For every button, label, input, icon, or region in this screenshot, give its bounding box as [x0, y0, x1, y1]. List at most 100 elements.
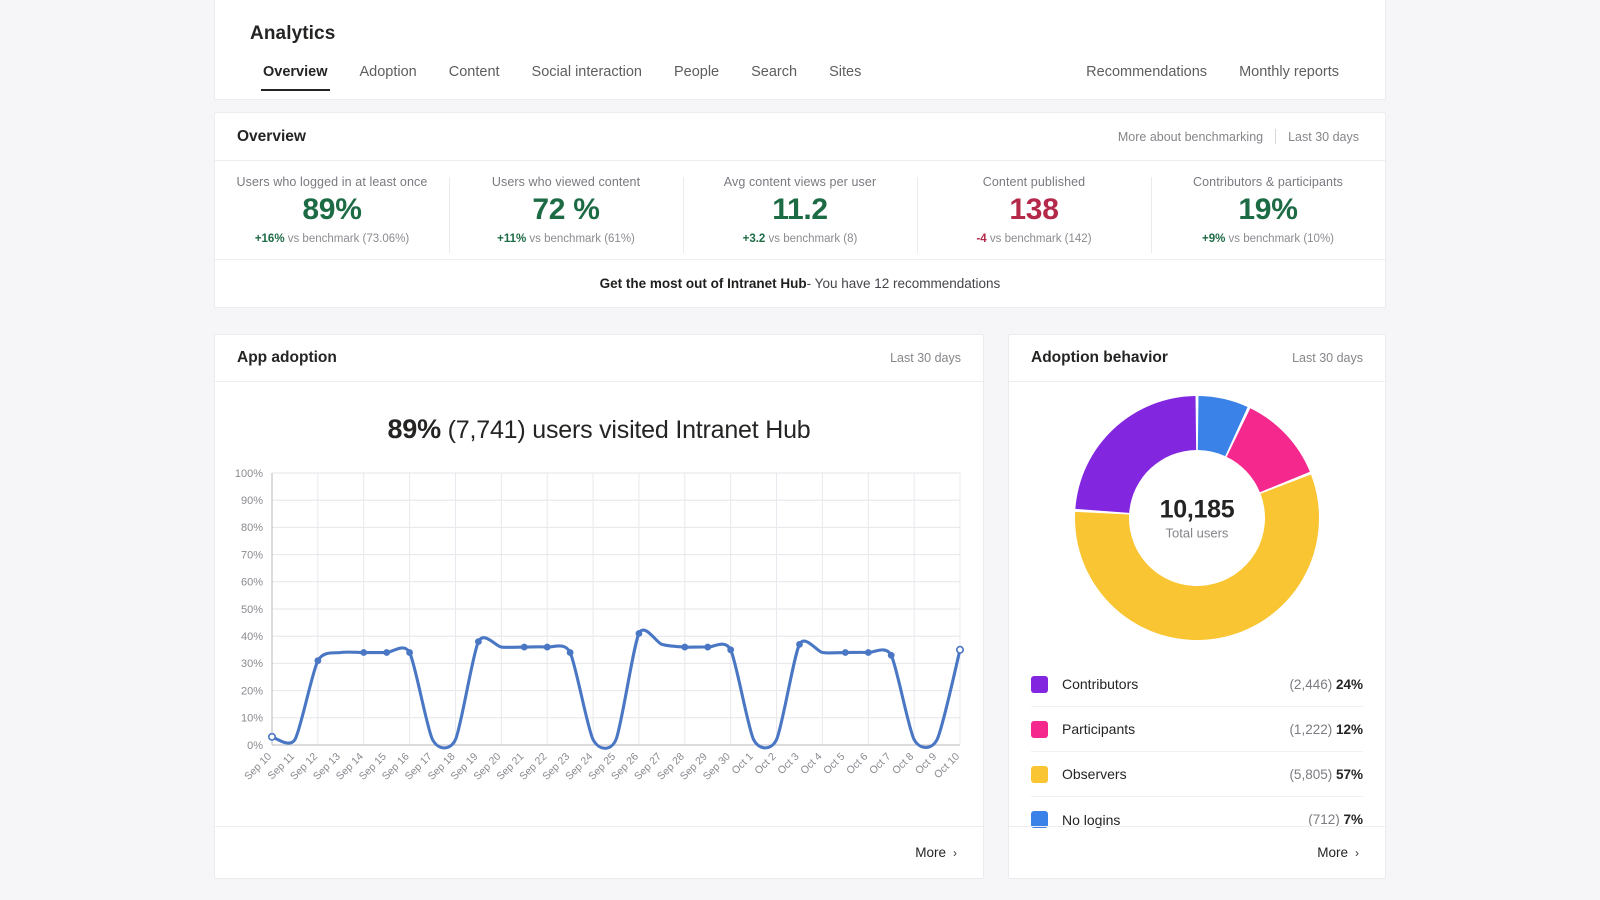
header-card: Analytics OverviewAdoptionContent Social …	[214, 0, 1386, 100]
kpi-delta: +11%	[497, 233, 526, 245]
x-axis-tick-label: Oct 5	[821, 751, 847, 777]
kpi-label: Contributors & participants	[1157, 175, 1379, 189]
kpi-delta: +16%	[255, 233, 285, 245]
line-data-point	[384, 650, 390, 656]
tab-label: Search	[751, 64, 797, 80]
line-data-point	[315, 658, 321, 664]
line-data-point	[269, 734, 275, 740]
kpi-delta: +3.2	[743, 233, 766, 245]
line-data-point	[544, 644, 550, 650]
tab-label: Social interaction	[532, 64, 642, 80]
chevron-right-icon: ›	[953, 846, 957, 860]
chevron-right-icon: ›	[1355, 846, 1359, 860]
page-title: Analytics	[250, 23, 335, 45]
x-axis-tick-label: Oct 1	[729, 751, 755, 777]
adoption-behavior-more-label: More	[1317, 845, 1348, 860]
legend-swatch-icon	[1031, 721, 1048, 738]
tab-adoption[interactable]: Adoption	[344, 60, 433, 91]
legend-percent: 12%	[1336, 722, 1363, 737]
y-axis-tick-label: 10%	[241, 713, 263, 725]
line-data-point	[888, 652, 894, 658]
app-adoption-more-label: More	[915, 845, 946, 860]
kpi-card: Users who logged in at least once89%+16%…	[215, 175, 449, 257]
x-axis-tick-label: Oct 8	[890, 751, 916, 777]
kpi-delta: -4	[976, 233, 986, 245]
app-adoption-more-link[interactable]: More ›	[915, 845, 957, 860]
tab-social-interaction[interactable]: Social interaction	[516, 60, 658, 91]
kpi-benchmark: +9% vs benchmark (10%)	[1157, 233, 1379, 245]
tab-bar: OverviewAdoptionContent Social interactio…	[247, 60, 1355, 98]
overview-period-selector[interactable]: Last 30 days	[1276, 130, 1361, 144]
legend-label: Observers	[1062, 766, 1289, 782]
kpi-list: Users who logged in at least once89%+16%…	[215, 161, 1385, 257]
app-adoption-period[interactable]: Last 30 days	[890, 351, 961, 365]
line-data-point	[636, 631, 642, 637]
kpi-value: 19%	[1157, 193, 1379, 227]
tab-recommendations[interactable]: Recommendations	[1070, 60, 1223, 91]
recommendations-banner-strong: Get the most out of Intranet Hub	[600, 276, 807, 291]
y-axis-tick-label: 90%	[241, 495, 263, 507]
x-axis-tick-label: Oct 7	[867, 751, 893, 777]
line-data-point	[567, 650, 573, 656]
legend-swatch-icon	[1031, 676, 1048, 693]
kpi-card: Avg content views per user11.2+3.2 vs be…	[683, 175, 917, 257]
legend-row[interactable]: Observers(5,805) 57%	[1031, 752, 1363, 797]
y-axis-tick-label: 40%	[241, 631, 263, 643]
y-axis-tick-label: 80%	[241, 522, 263, 534]
analytics-page: Analytics OverviewAdoptionContent Social …	[0, 0, 1600, 900]
x-axis-tick-label: Oct 2	[752, 751, 778, 777]
line-series-path	[272, 630, 960, 748]
legend-swatch-icon	[1031, 766, 1048, 783]
kpi-delta: +9%	[1202, 233, 1225, 245]
tab-search[interactable]: Search	[735, 60, 813, 91]
app-adoption-footer: More ›	[215, 826, 983, 878]
overview-header: Overview More about benchmarking Last 30…	[215, 113, 1385, 161]
kpi-value: 138	[923, 193, 1145, 227]
more-about-benchmarking-link[interactable]: More about benchmarking	[1106, 130, 1275, 144]
app-adoption-headline: 89% (7,741) users visited Intranet Hub	[215, 414, 983, 445]
line-data-point	[476, 639, 482, 645]
y-axis-tick-label: 100%	[235, 468, 263, 480]
line-data-point	[842, 650, 848, 656]
kpi-label: Users who viewed content	[455, 175, 677, 189]
adoption-behavior-header: Adoption behavior Last 30 days	[1009, 335, 1385, 382]
app-adoption-headline-pct: 89%	[387, 414, 440, 444]
line-data-point	[361, 650, 367, 656]
tab-people[interactable]: People	[658, 60, 735, 91]
x-axis-tick-label: Oct 4	[798, 751, 824, 777]
kpi-benchmark: +16% vs benchmark (73.06%)	[221, 233, 443, 245]
tab-label: Monthly reports	[1239, 64, 1339, 80]
kpi-card: Content published138-4 vs benchmark (142…	[917, 175, 1151, 257]
app-adoption-card: App adoption Last 30 days 89% (7,741) us…	[214, 334, 984, 879]
app-adoption-header: App adoption Last 30 days	[215, 335, 983, 382]
overview-header-actions: More about benchmarking Last 30 days	[1106, 129, 1361, 144]
adoption-behavior-more-link[interactable]: More ›	[1317, 845, 1359, 860]
adoption-behavior-period[interactable]: Last 30 days	[1292, 351, 1363, 365]
kpi-label: Users who logged in at least once	[221, 175, 443, 189]
x-axis-tick-label: Oct 10	[932, 751, 962, 781]
tab-content[interactable]: Content	[433, 60, 516, 91]
tab-sites[interactable]: Sites	[813, 60, 877, 91]
tab-label: Sites	[829, 64, 861, 80]
legend-row[interactable]: Contributors(2,446) 24%	[1031, 662, 1363, 707]
legend-value: (1,222) 12%	[1289, 722, 1363, 737]
app-adoption-line-chart: 0%10%20%30%40%50%60%70%80%90%100%Sep 10S…	[215, 455, 983, 825]
legend-percent: 24%	[1336, 677, 1363, 692]
legend-label: Participants	[1062, 721, 1289, 737]
y-axis-tick-label: 70%	[241, 549, 263, 561]
donut-slice-contributors[interactable]	[1075, 396, 1196, 513]
kpi-label: Avg content views per user	[689, 175, 911, 189]
kpi-card: Users who viewed content72 %+11% vs benc…	[449, 175, 683, 257]
legend-value: (2,446) 24%	[1289, 677, 1363, 692]
tab-monthly-reports[interactable]: Monthly reports	[1223, 60, 1355, 91]
legend-row[interactable]: Participants(1,222) 12%	[1031, 707, 1363, 752]
x-axis-tick-label: Oct 3	[775, 751, 801, 777]
app-adoption-headline-rest: (7,741) users visited Intranet Hub	[441, 416, 811, 444]
y-axis-tick-label: 20%	[241, 685, 263, 697]
recommendations-banner[interactable]: Get the most out of Intranet Hub - You h…	[215, 259, 1385, 307]
line-data-point	[705, 644, 711, 650]
adoption-behavior-footer: More ›	[1009, 826, 1385, 878]
line-data-point	[407, 650, 413, 656]
tab-overview[interactable]: Overview	[247, 60, 344, 91]
line-data-point	[682, 644, 688, 650]
